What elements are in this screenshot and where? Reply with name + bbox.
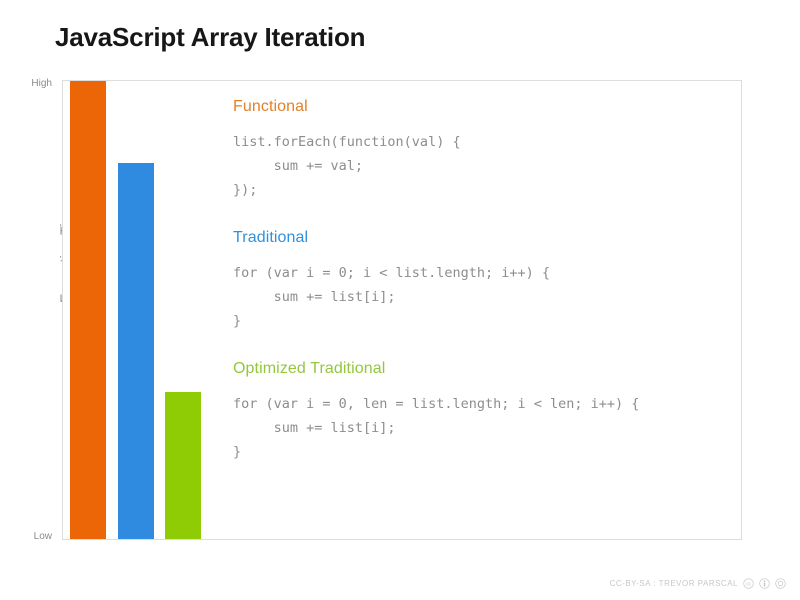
creative-commons-icon: cc [743,578,754,589]
share-alike-icon [775,578,786,589]
code-heading: Traditional [233,229,309,246]
bar-functional [70,81,106,539]
y-axis-tick-high: High [31,78,52,89]
code-block-1: Functional list.forEach(function(val) { s… [233,98,733,202]
bar-optimized-traditional [165,392,201,539]
code-snippet: for (var i = 0; i < list.length; i++) { … [233,265,550,329]
license-text: CC-BY-SA : TREVOR PARSCAL [609,579,738,588]
bar-traditional [118,163,154,539]
svg-text:cc: cc [746,581,752,587]
y-axis-tick-low: Low [33,531,52,542]
code-examples-column: Functional list.forEach(function(val) { s… [233,98,733,491]
code-block-2: Traditional for (var i = 0; i < list.leng… [233,229,733,333]
attribution-icon [759,578,770,589]
code-snippet: for (var i = 0, len = list.length; i < l… [233,396,640,460]
code-snippet: list.forEach(function(val) { sum += val;… [233,134,461,198]
code-heading: Optimized Traditional [233,360,386,377]
code-block-3: Optimized Traditional for (var i = 0, len… [233,360,733,464]
footer-attribution: CC-BY-SA : TREVOR PARSCAL cc [610,578,786,589]
page-title: JavaScript Array Iteration [55,22,366,52]
code-heading: Functional [233,98,308,115]
